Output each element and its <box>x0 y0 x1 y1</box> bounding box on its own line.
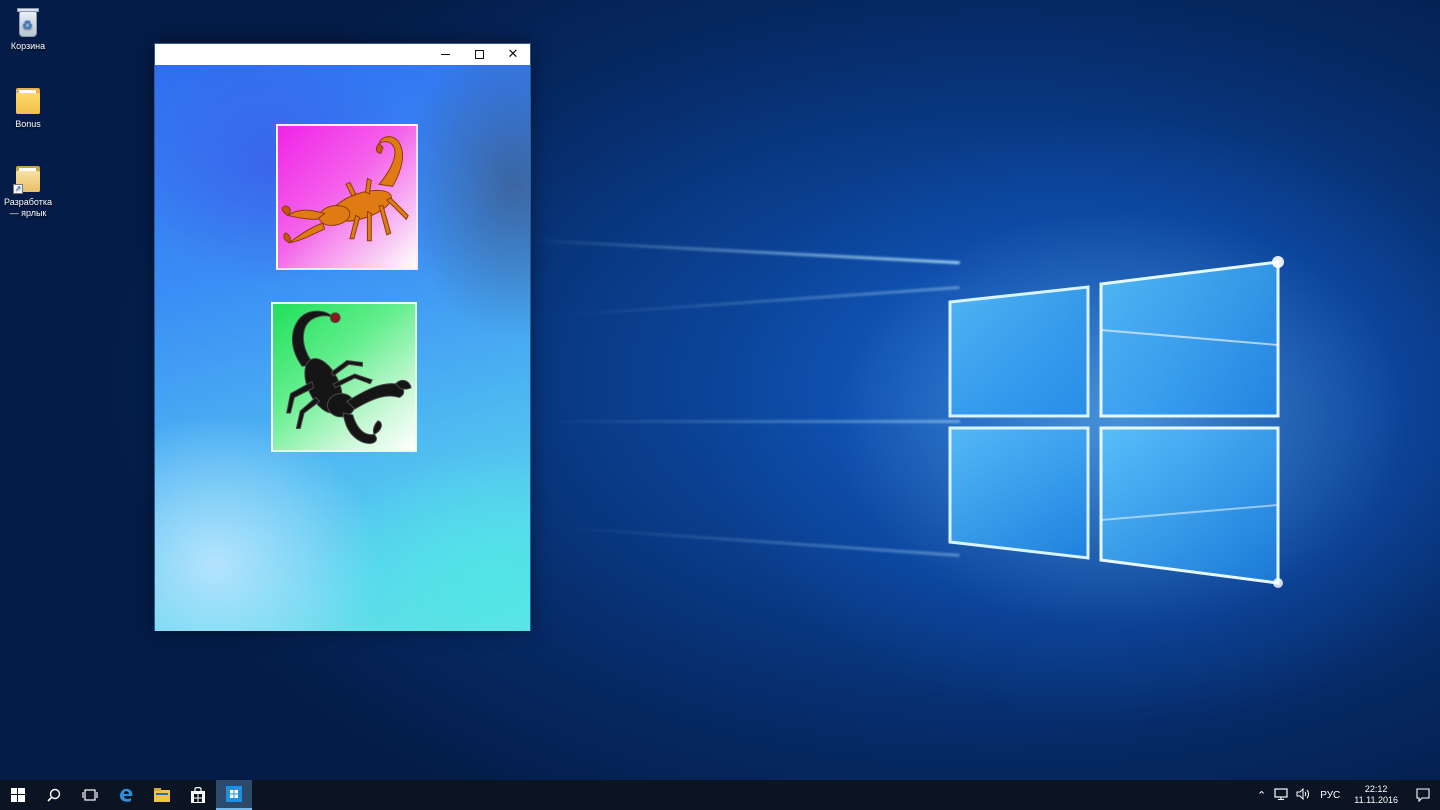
app-content <box>155 65 530 631</box>
scorpion-black-image <box>286 310 412 444</box>
network-button[interactable] <box>1270 787 1292 803</box>
maximize-icon <box>474 50 484 59</box>
task-view-button[interactable] <box>72 780 108 810</box>
network-icon <box>1274 787 1288 800</box>
folder-shortcut-icon: ↗ <box>13 162 43 194</box>
system-tray: ⌃ РУС 22:12 11.11.2016 <box>1253 780 1440 810</box>
file-explorer-button[interactable] <box>144 780 180 810</box>
logo-pane <box>948 285 1090 418</box>
notification-icon <box>1416 788 1430 802</box>
start-icon <box>11 788 25 802</box>
scorpion-orange-image <box>281 136 409 244</box>
title-bar[interactable]: ✕ <box>155 44 530 65</box>
clock-time: 22:12 <box>1364 784 1388 794</box>
show-hidden-icons-button[interactable]: ⌃ <box>1253 789 1270 802</box>
scorpion-orange-card[interactable] <box>276 124 418 270</box>
desktop-icon-development-shortcut[interactable]: ↗ Разработка — ярлык <box>2 162 54 219</box>
minimize-icon <box>440 54 450 55</box>
app-window[interactable]: ✕ <box>154 43 531 631</box>
desktop-icon-label: Bonus <box>15 119 41 129</box>
desktop-icon-label: Разработка — ярлык <box>4 197 52 218</box>
file-explorer-icon <box>154 788 170 802</box>
edge-button[interactable] <box>108 780 144 810</box>
logo-pane <box>1099 260 1280 418</box>
clock-date: 11.11.2016 <box>1354 795 1398 805</box>
recycle-bin-icon: ♻ <box>13 6 43 38</box>
store-button[interactable] <box>180 780 216 810</box>
store-icon <box>191 787 205 803</box>
search-icon <box>47 788 61 802</box>
chevron-up-icon: ⌃ <box>1257 789 1267 802</box>
task-view-icon <box>82 789 98 801</box>
action-center-button[interactable] <box>1406 788 1440 802</box>
shortcut-arrow-icon: ↗ <box>13 184 23 194</box>
maximize-button[interactable] <box>462 44 496 65</box>
app-icon <box>226 786 242 802</box>
taskbar: ⌃ РУС 22:12 11.11.2016 <box>0 780 1440 810</box>
folder-icon <box>13 84 43 116</box>
volume-button[interactable] <box>1292 787 1314 803</box>
speaker-icon <box>1296 787 1310 800</box>
clock-button[interactable]: 22:12 11.11.2016 <box>1346 784 1406 806</box>
close-icon: ✕ <box>507 47 519 62</box>
input-language-button[interactable]: РУС <box>1314 790 1346 801</box>
logo-pane <box>948 426 1090 560</box>
start-button[interactable] <box>0 780 36 810</box>
desktop-icon-bonus[interactable]: Bonus <box>2 84 54 130</box>
running-app-button[interactable] <box>216 780 252 810</box>
logo-pane <box>1099 426 1280 585</box>
desktop-icon-recycle-bin[interactable]: ♻ Корзина <box>2 6 54 52</box>
windows-logo-wallpaper <box>948 256 1284 588</box>
desktop-icon-label: Корзина <box>10 41 46 51</box>
edge-icon <box>120 788 133 802</box>
minimize-button[interactable] <box>428 44 462 65</box>
search-button[interactable] <box>36 780 72 810</box>
close-button[interactable]: ✕ <box>496 44 530 65</box>
scorpion-black-card[interactable] <box>271 302 417 452</box>
